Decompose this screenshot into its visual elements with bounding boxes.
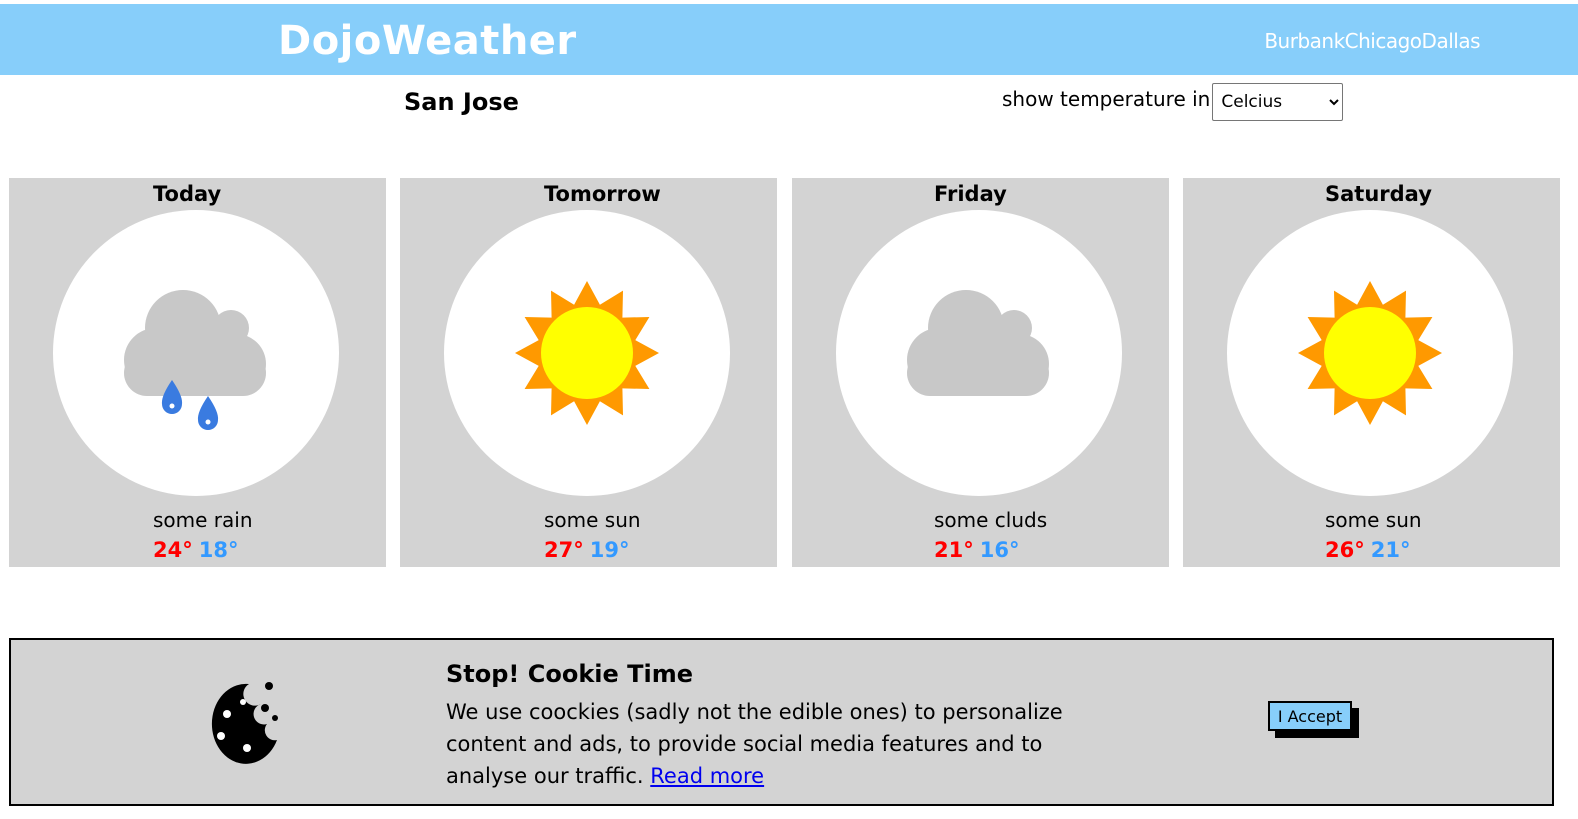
cookie-title: Stop! Cookie Time — [446, 660, 694, 688]
card-temps: 26° 21° — [1325, 538, 1410, 562]
low-temp: 18° — [198, 538, 239, 562]
sun-core — [541, 307, 633, 399]
unit-label: show temperature in — [1002, 87, 1211, 111]
forecast-card-tomorrow: Tomorrow some sun 27° 19° — [400, 178, 777, 567]
forecast-card-today: Today some rain 24° 18° — [9, 178, 386, 567]
high-temp: 21° — [934, 538, 974, 562]
high-temp: 26° — [1325, 538, 1365, 562]
card-day: Friday — [934, 182, 1007, 206]
city-title: San Jose — [404, 88, 519, 116]
high-temp: 24° — [153, 538, 193, 562]
cookie-icon — [211, 682, 278, 764]
card-temps: 27° 19° — [544, 538, 629, 562]
sun-core — [1324, 307, 1416, 399]
weather-circle — [53, 210, 339, 496]
cookie-banner: Stop! Cookie Time We use coockies (sadly… — [9, 638, 1554, 806]
unit-select[interactable]: Celcius — [1212, 83, 1344, 121]
low-temp: 19° — [589, 538, 630, 562]
card-description: some sun — [544, 508, 641, 532]
city-nav: Burbank Chicago Dallas — [1264, 29, 1480, 53]
site-logo: DojoWeather — [278, 18, 577, 64]
header: DojoWeather Burbank Chicago Dallas — [0, 4, 1578, 75]
card-day: Today — [153, 182, 222, 206]
rain-cloud-icon — [124, 290, 266, 430]
cloud-icon — [907, 290, 1049, 396]
low-temp: 21° — [1370, 538, 1411, 562]
high-temp: 27° — [544, 538, 584, 562]
card-temps: 24° 18° — [153, 538, 238, 562]
read-more-link[interactable]: Read more — [650, 764, 764, 788]
forecast-card-friday: Friday some cluds 21° 16° — [792, 178, 1169, 567]
card-description: some rain — [153, 508, 253, 532]
sun-icon — [515, 281, 659, 425]
accept-button[interactable]: I Accept — [1268, 701, 1352, 731]
nav-link-chicago[interactable]: Chicago — [1345, 29, 1422, 53]
weather-circle — [444, 210, 730, 496]
card-description: some sun — [1325, 508, 1422, 532]
nav-link-burbank[interactable]: Burbank — [1264, 29, 1345, 53]
weather-circle — [1227, 210, 1513, 496]
weather-circle — [836, 210, 1122, 496]
forecast-card-saturday: Saturday some sun 26° 21° — [1183, 178, 1560, 567]
sun-icon — [1298, 281, 1442, 425]
card-day: Tomorrow — [544, 182, 661, 206]
cookie-text: We use coockies (sadly not the edible on… — [446, 696, 1126, 792]
nav-link-dallas[interactable]: Dallas — [1422, 29, 1481, 53]
card-description: some cluds — [934, 508, 1048, 532]
card-day: Saturday — [1325, 182, 1432, 206]
low-temp: 16° — [979, 538, 1020, 562]
unit-control: show temperature in Celcius — [1002, 83, 1344, 121]
card-temps: 21° 16° — [934, 538, 1019, 562]
